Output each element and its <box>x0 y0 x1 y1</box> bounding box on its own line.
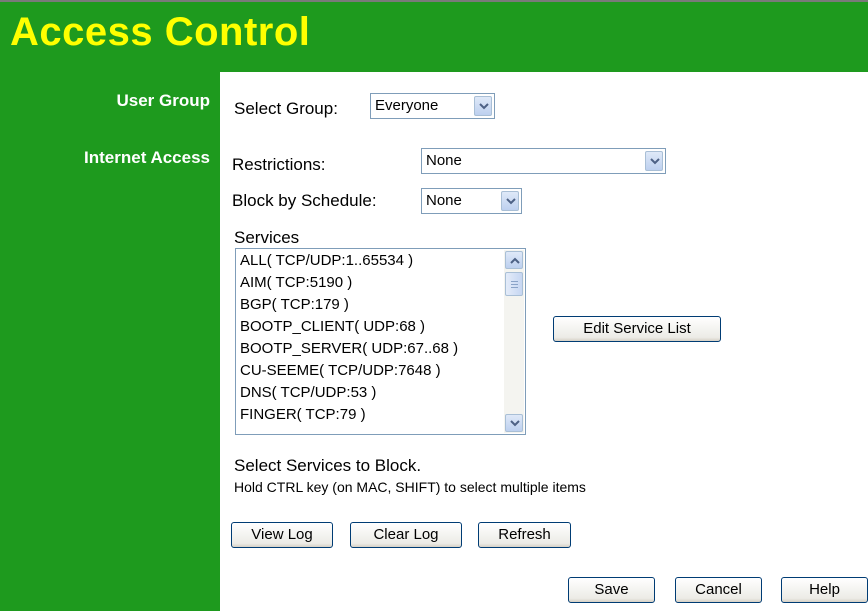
schedule-dropdown[interactable]: None <box>421 188 522 214</box>
chevron-down-icon[interactable] <box>474 96 492 116</box>
page-header: Access Control <box>0 0 868 72</box>
cancel-button[interactable]: Cancel <box>675 577 762 603</box>
help-button[interactable]: Help <box>781 577 868 603</box>
services-scrollbar[interactable] <box>504 250 524 433</box>
scroll-up-button[interactable] <box>505 251 523 269</box>
page-title: Access Control <box>10 10 311 54</box>
restrictions-label: Restrictions: <box>232 155 326 174</box>
list-item[interactable]: CU-SEEME( TCP/UDP:7648 ) <box>240 362 441 379</box>
refresh-button[interactable]: Refresh <box>478 522 571 548</box>
chevron-down-icon <box>510 420 520 427</box>
list-item[interactable]: BOOTP_SERVER( UDP:67..68 ) <box>240 340 458 357</box>
clear-log-button[interactable]: Clear Log <box>350 522 462 548</box>
scroll-down-button[interactable] <box>505 414 523 432</box>
list-item[interactable]: DNS( TCP/UDP:53 ) <box>240 384 376 401</box>
schedule-label: Block by Schedule: <box>232 191 377 210</box>
list-item[interactable]: BOOTP_CLIENT( UDP:68 ) <box>240 318 425 335</box>
main-content: Select Group: Everyone Restrictions: Non… <box>220 72 868 611</box>
sidebar-label-user-group: User Group <box>116 91 210 110</box>
sidebar-label-internet-access: Internet Access <box>84 148 210 167</box>
list-item[interactable]: FINGER( TCP:79 ) <box>240 406 366 423</box>
view-log-button[interactable]: View Log <box>231 522 333 548</box>
services-hint: Select Services to Block. <box>234 456 422 475</box>
select-group-value: Everyone <box>375 97 439 114</box>
save-button[interactable]: Save <box>568 577 655 603</box>
chevron-down-icon[interactable] <box>501 191 519 211</box>
edit-service-list-button[interactable]: Edit Service List <box>553 316 721 342</box>
schedule-value: None <box>426 192 462 209</box>
sidebar: User Group Internet Access <box>0 72 220 611</box>
multi-select-hint: Hold CTRL key (on MAC, SHIFT) to select … <box>234 479 586 495</box>
list-item[interactable]: ALL( TCP/UDP:1..65534 ) <box>240 252 413 269</box>
services-label: Services <box>234 228 300 247</box>
restrictions-dropdown[interactable]: None <box>421 148 666 174</box>
services-listbox[interactable]: ALL( TCP/UDP:1..65534 ) AIM( TCP:5190 ) … <box>235 248 526 435</box>
chevron-down-icon[interactable] <box>645 151 663 171</box>
scroll-thumb[interactable] <box>505 272 523 296</box>
list-item[interactable]: AIM( TCP:5190 ) <box>240 274 352 291</box>
select-group-dropdown[interactable]: Everyone <box>370 93 495 119</box>
select-group-label: Select Group: <box>234 99 338 118</box>
restrictions-value: None <box>426 152 462 169</box>
chevron-up-icon <box>510 257 520 264</box>
list-item[interactable]: BGP( TCP:179 ) <box>240 296 349 313</box>
